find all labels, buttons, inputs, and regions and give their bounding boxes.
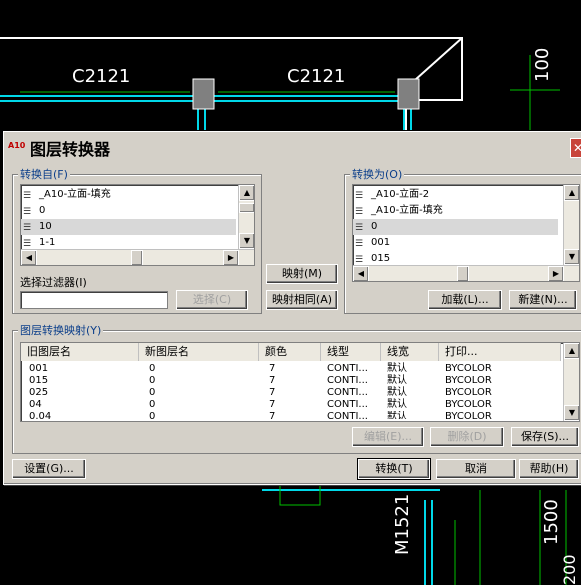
column-block	[192, 78, 215, 110]
cancel-button[interactable]: 取消	[436, 459, 516, 479]
list-item[interactable]: ☰ 1-1	[21, 235, 236, 249]
layers-icon: ☰	[23, 239, 32, 249]
filter-input[interactable]	[20, 291, 168, 309]
wall-diagonal	[414, 37, 463, 81]
scroll-up-icon[interactable]: ▲	[239, 185, 254, 201]
door-lines	[262, 484, 440, 585]
cad-label: 100	[532, 48, 553, 82]
wall-outline	[0, 37, 463, 130]
layers-icon: ☰	[355, 223, 364, 233]
delete-button[interactable]: 删除(D)	[430, 427, 504, 447]
scroll-down-icon[interactable]: ▼	[564, 249, 579, 265]
mappings-table[interactable]: 旧图层名 新图层名 颜色 线型 线宽 打印... 001 0 7 CONTI..…	[20, 342, 580, 422]
list-item[interactable]: ☰ 001	[353, 235, 558, 251]
scroll-up-icon[interactable]: ▲	[564, 185, 579, 201]
map-button[interactable]: 映射(M)	[266, 264, 338, 284]
help-button[interactable]: 帮助(H)	[519, 459, 579, 479]
scroll-thumb[interactable]	[131, 250, 143, 265]
save-button[interactable]: 保存(S)...	[511, 427, 579, 447]
layers-icon: ☰	[23, 207, 32, 217]
list-item[interactable]: ☰ _A10-立面-填充	[21, 187, 236, 203]
column-header[interactable]: 颜色	[259, 343, 321, 361]
scroll-right-icon[interactable]: ▶	[548, 266, 564, 281]
scroll-down-icon[interactable]: ▼	[239, 233, 254, 249]
horizontal-scrollbar[interactable]: ◀ ▶	[353, 265, 579, 281]
map-same-button[interactable]: 映射相同(A)	[266, 290, 338, 310]
scroll-up-icon[interactable]: ▲	[564, 343, 579, 359]
app-icon: A10	[8, 141, 26, 150]
list-item[interactable]: ☰ 015	[353, 251, 558, 265]
layers-icon: ☰	[23, 223, 32, 233]
cad-label: 1500	[541, 499, 562, 545]
column-header[interactable]: 新图层名	[139, 343, 259, 361]
close-button[interactable]: ✕	[570, 138, 581, 158]
table-row[interactable]: 0.04 0 7 CONTI... 默认 BYCOLOR	[21, 411, 561, 419]
door-swing	[279, 485, 321, 506]
cad-label: C2121	[287, 66, 345, 87]
layers-icon: ☰	[355, 191, 364, 201]
cad-label: M1521	[392, 494, 413, 555]
list-item[interactable]: ☰ 0	[21, 203, 236, 219]
horizontal-scrollbar[interactable]: ◀ ▶	[21, 249, 254, 265]
vertical-scrollbar[interactable]: ▲ ▼	[238, 185, 254, 249]
scroll-thumb[interactable]	[457, 266, 469, 281]
table-row[interactable]: 015 0 7 CONTI... 默认 BYCOLOR	[21, 375, 561, 387]
dialog-title: 图层转换器	[30, 140, 111, 159]
settings-button[interactable]: 设置(G)...	[12, 459, 86, 479]
list-item[interactable]: ☰ 10	[21, 219, 236, 235]
convert-from-list[interactable]: ☰ _A10-立面-填充 ☰ 0 ☰ 10 ☰ 1-1 ▲ ▼ ◀ ▶	[20, 184, 255, 266]
scroll-left-icon[interactable]: ◀	[353, 266, 369, 281]
cad-label: 200	[560, 554, 579, 585]
column-header[interactable]: 线宽	[381, 343, 439, 361]
scroll-down-icon[interactable]: ▼	[564, 405, 579, 421]
layers-icon: ☰	[355, 255, 364, 265]
vertical-scrollbar[interactable]: ▲ ▼	[563, 343, 579, 421]
table-row[interactable]: 025 0 7 CONTI... 默认 BYCOLOR	[21, 387, 561, 399]
layer-translator-dialog: A10 图层转换器 ✕ 转换自(F) ☰ _A10-立面-填充 ☰ 0 ☰ 10 ☰ 1…	[3, 131, 581, 485]
filter-label: 选择过滤器(I)	[20, 276, 87, 289]
select-button[interactable]: 选择(C)	[176, 290, 248, 310]
convert-button[interactable]: 转换(T)	[357, 458, 431, 480]
convert-to-label: 转换为(O)	[350, 166, 405, 182]
list-item[interactable]: ☰ _A10-立面-填充	[353, 203, 558, 219]
column-block	[397, 78, 420, 110]
convert-from-label: 转换自(F)	[18, 166, 70, 182]
column-header[interactable]: 旧图层名	[21, 343, 139, 361]
scroll-right-icon[interactable]: ▶	[223, 250, 239, 265]
new-button[interactable]: 新建(N)...	[509, 290, 577, 310]
layers-icon: ☰	[355, 239, 364, 249]
edit-button[interactable]: 编辑(E)...	[352, 427, 424, 447]
title-bar[interactable]: A10 图层转换器 ✕	[4, 132, 581, 160]
table-row[interactable]: 04 0 7 CONTI... 默认 BYCOLOR	[21, 399, 561, 411]
layers-icon: ☰	[23, 191, 32, 201]
scroll-left-icon[interactable]: ◀	[21, 250, 37, 265]
cad-label: C2121	[72, 66, 130, 87]
scroll-thumb[interactable]	[239, 203, 254, 213]
mappings-label: 图层转换映射(Y)	[18, 322, 104, 338]
convert-to-list[interactable]: ☰ _A10-立面-2 ☰ _A10-立面-填充 ☰ 0 ☰ 001 ☰ 015 ▲ ▼ …	[352, 184, 580, 282]
load-button[interactable]: 加载(L)...	[428, 290, 502, 310]
column-header[interactable]: 打印...	[439, 343, 561, 361]
vertical-scrollbar[interactable]: ▲ ▼	[563, 185, 579, 265]
column-header[interactable]: 线型	[321, 343, 381, 361]
layers-icon: ☰	[355, 207, 364, 217]
table-row[interactable]: 001 0 7 CONTI... 默认 BYCOLOR	[21, 363, 561, 375]
list-item[interactable]: ☰ 0	[353, 219, 558, 235]
list-item[interactable]: ☰ _A10-立面-2	[353, 187, 558, 203]
